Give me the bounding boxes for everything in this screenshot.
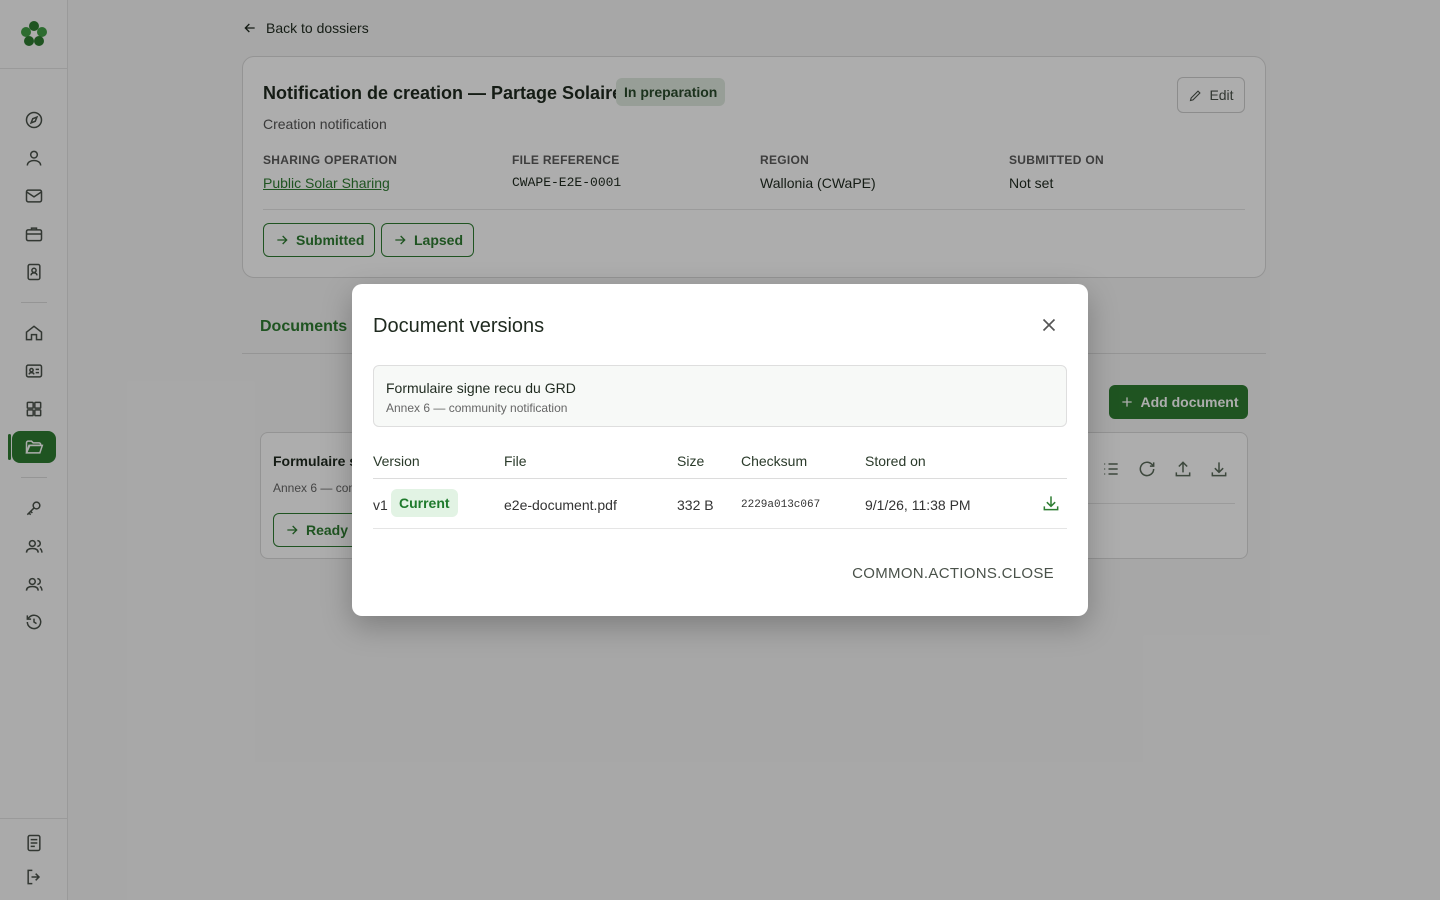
column-header-checksum: Checksum: [741, 453, 808, 469]
download-icon[interactable]: [1041, 493, 1061, 513]
table-header: Version File Size Checksum Stored on: [373, 446, 1067, 479]
current-badge: Current: [391, 489, 458, 517]
column-header-version: Version: [373, 453, 420, 469]
table-row: v1 Current e2e-document.pdf 332 B 2229a0…: [373, 479, 1067, 529]
close-button[interactable]: COMMON.ACTIONS.CLOSE: [852, 565, 1054, 582]
version-cell: v1: [373, 497, 388, 513]
column-header-file: File: [504, 453, 527, 469]
document-summary-subtitle: Annex 6 — community notification: [386, 401, 568, 415]
document-versions-dialog: Document versions Formulaire signe recu …: [352, 284, 1088, 616]
document-summary-title: Formulaire signe recu du GRD: [386, 380, 576, 396]
versions-table: Version File Size Checksum Stored on v1 …: [373, 446, 1067, 529]
column-header-size: Size: [677, 453, 705, 469]
column-header-stored-on: Stored on: [865, 453, 926, 469]
stored-on-cell: 9/1/26, 11:38 PM: [865, 497, 971, 513]
checksum-cell: 2229a013c067: [741, 499, 821, 511]
file-cell: e2e-document.pdf: [504, 497, 617, 513]
size-cell: 332 B: [677, 497, 714, 513]
dialog-title: Document versions: [373, 315, 545, 337]
document-summary: Formulaire signe recu du GRD Annex 6 — c…: [373, 365, 1067, 427]
close-icon[interactable]: [1038, 314, 1060, 336]
